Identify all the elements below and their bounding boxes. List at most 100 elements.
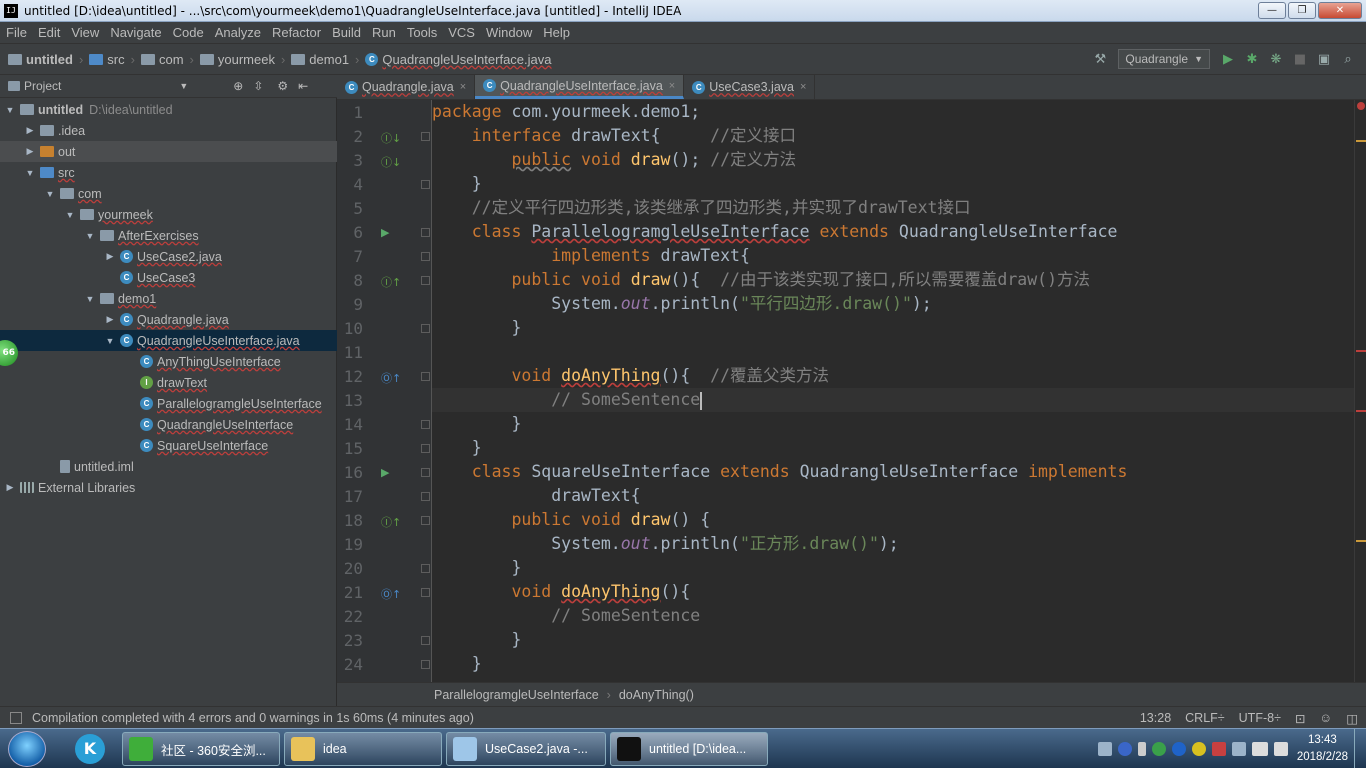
taskbar-app[interactable]: 社区 - 360安全浏... (122, 732, 280, 766)
collapsed-arrow-icon[interactable]: ▶ (4, 482, 16, 493)
line-number[interactable]: 2 (337, 127, 363, 146)
fold-marker-icon[interactable] (421, 444, 430, 453)
bluetooth-icon[interactable] (1171, 742, 1186, 756)
code-line[interactable]: // SomeSentence (432, 604, 700, 628)
tool-windows-icon[interactable] (10, 711, 22, 724)
line-number[interactable]: 12 (337, 367, 363, 386)
fold-marker-icon[interactable] (421, 516, 430, 525)
stripe-marker[interactable] (1356, 140, 1366, 142)
expanded-arrow-icon[interactable]: ▼ (64, 210, 76, 220)
code-line[interactable]: } (432, 172, 482, 196)
code-line[interactable]: } (432, 436, 482, 460)
caret-position[interactable]: 13:28 (1140, 711, 1171, 725)
minimize-button[interactable]: — (1258, 2, 1286, 19)
expanded-arrow-icon[interactable]: ▼ (84, 294, 96, 304)
start-button[interactable] (8, 731, 46, 767)
fold-marker-icon[interactable] (421, 324, 430, 333)
code-line[interactable]: implements drawText{ (432, 244, 750, 268)
close-tab-icon[interactable]: × (800, 81, 806, 93)
implements-marker-icon[interactable]: Ⓘ↑ (381, 514, 401, 530)
fold-marker-icon[interactable] (421, 564, 430, 573)
hide-icon[interactable]: ⇤ (298, 79, 308, 93)
line-number[interactable]: 5 (337, 199, 363, 218)
stripe-marker[interactable] (1356, 410, 1366, 412)
run-icon[interactable]: ▶ (1220, 51, 1236, 67)
tree-item[interactable]: C AnyThingUseInterface (0, 351, 337, 372)
volume-icon[interactable] (1273, 742, 1288, 756)
code-line[interactable]: class SquareUseInterface extends Quadran… (432, 460, 1128, 484)
project-view-selector[interactable]: Project (24, 79, 61, 93)
lock-icon[interactable]: ⊡ (1295, 711, 1305, 726)
tree-item[interactable]: ▼ AfterExercises (0, 225, 337, 246)
tree-item[interactable]: IdrawText (0, 372, 337, 393)
close-button[interactable]: ✕ (1318, 2, 1362, 19)
360-icon[interactable] (1151, 742, 1166, 756)
menu-help[interactable]: Help (537, 25, 575, 40)
menu-window[interactable]: Window (480, 25, 537, 40)
taskbar-app[interactable]: idea (284, 732, 442, 766)
line-number[interactable]: 24 (337, 655, 363, 674)
collapsed-arrow-icon[interactable]: ▶ (104, 314, 116, 325)
line-number[interactable]: 20 (337, 559, 363, 578)
tree-item[interactable]: ▶ out (0, 141, 337, 162)
stripe-marker[interactable] (1356, 540, 1366, 542)
tree-item[interactable]: C SquareUseInterface (0, 435, 337, 456)
code-line[interactable]: } (432, 412, 521, 436)
line-number[interactable]: 13 (337, 391, 363, 410)
tree-item[interactable]: untitled.iml (0, 456, 337, 477)
close-tab-icon[interactable]: × (669, 80, 675, 92)
taskbar-app[interactable]: untitled [D:\idea... (610, 732, 768, 766)
nav-crumb[interactable]: com › (140, 52, 200, 67)
fold-marker-icon[interactable] (421, 636, 430, 645)
fold-marker-icon[interactable] (421, 180, 430, 189)
line-number[interactable]: 6 (337, 223, 363, 242)
line-separator[interactable]: CRLF÷ (1185, 711, 1225, 725)
implemented-marker-icon[interactable]: Ⓘ↓ (381, 154, 401, 170)
line-number[interactable]: 15 (337, 439, 363, 458)
overrides-marker-icon[interactable]: Ⓞ↑ (381, 370, 401, 386)
code-line[interactable]: public void draw(){ //由于该类实现了接口,所以需要覆盖dr… (432, 268, 1090, 292)
collapsed-arrow-icon[interactable]: ▶ (24, 125, 36, 136)
code-line[interactable]: } (432, 316, 521, 340)
run-gutter-icon[interactable]: ▶ (381, 466, 389, 479)
expanded-arrow-icon[interactable]: ▼ (44, 189, 56, 199)
tree-item[interactable]: ▼ yourmeek (0, 204, 337, 225)
fold-marker-icon[interactable] (421, 228, 430, 237)
close-tab-icon[interactable]: × (460, 81, 466, 93)
code-editor[interactable]: package com.yourmeek.demo1; interface dr… (432, 100, 1354, 682)
expanded-arrow-icon[interactable]: ▼ (104, 336, 116, 346)
status-message[interactable]: Compilation completed with 4 errors and … (32, 711, 474, 725)
editor-tab[interactable]: C QuadrangleUseInterface.java × (475, 75, 685, 99)
menu-navigate[interactable]: Navigate (104, 25, 166, 40)
fold-marker-icon[interactable] (421, 372, 430, 381)
tree-item[interactable]: C ParallelogramgleUseInterface (0, 393, 337, 414)
implemented-marker-icon[interactable]: Ⓘ↓ (381, 130, 401, 146)
nav-crumb[interactable]: src › (89, 52, 141, 67)
nav-crumb[interactable]: yourmeek › (199, 52, 291, 67)
line-number[interactable]: 23 (337, 631, 363, 650)
taskbar-app[interactable]: UseCase2.java -... (446, 732, 606, 766)
menu-run[interactable]: Run (366, 25, 401, 40)
fold-marker-icon[interactable] (421, 132, 430, 141)
nav-crumb[interactable]: untitled › (8, 52, 89, 67)
tree-item[interactable]: ▼ com (0, 183, 337, 204)
menu-analyze[interactable]: Analyze (209, 25, 266, 40)
line-number[interactable]: 10 (337, 319, 363, 338)
menu-view[interactable]: View (65, 25, 104, 40)
expanded-arrow-icon[interactable]: ▼ (84, 231, 96, 241)
stripe-marker[interactable] (1356, 350, 1366, 352)
maximize-button[interactable]: ❐ (1288, 2, 1316, 19)
flag-icon[interactable] (1211, 742, 1226, 756)
line-number[interactable]: 8 (337, 271, 363, 290)
line-number[interactable]: 17 (337, 487, 363, 506)
breadcrumb-method[interactable]: doAnyThing() (619, 688, 694, 702)
menu-build[interactable]: Build (326, 25, 366, 40)
code-line[interactable]: public void draw(); //定义方法 (432, 148, 796, 172)
tree-item[interactable]: ▼ C QuadrangleUseInterface.java (0, 330, 337, 351)
expanded-arrow-icon[interactable]: ▼ (24, 168, 36, 178)
inspector-icon[interactable]: ☺ (1319, 711, 1332, 725)
collapsed-arrow-icon[interactable]: ▶ (24, 146, 36, 157)
tree-item[interactable]: ▼ src (0, 162, 337, 183)
locate-icon[interactable]: ⊕ (233, 79, 243, 93)
line-number[interactable]: 14 (337, 415, 363, 434)
